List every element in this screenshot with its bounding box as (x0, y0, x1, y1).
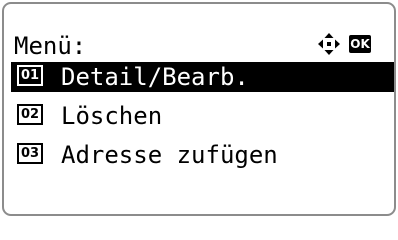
menu-item-label: Adresse zufügen (61, 141, 278, 169)
item-number-badge: 03 (17, 143, 43, 164)
menu-item-add-address[interactable]: 03 Adresse zufügen (11, 140, 394, 170)
lcd-screen: Menü: OK 01 Detail/Bearb. 02 Löschen 03 … (2, 2, 396, 216)
menu-title: Menü: (14, 32, 87, 60)
menu-item-label: Detail/Bearb. (61, 63, 249, 91)
menu-item-delete[interactable]: 02 Löschen (11, 101, 394, 131)
four-way-arrow-icon (317, 32, 341, 56)
menu-item-detail-edit[interactable]: 01 Detail/Bearb. (11, 62, 394, 92)
item-number-badge: 02 (17, 104, 43, 125)
item-number-badge: 01 (17, 65, 43, 86)
menu-item-label: Löschen (61, 102, 163, 130)
ok-key-icon[interactable]: OK (349, 35, 371, 53)
header-row: Menü: OK (4, 28, 394, 62)
